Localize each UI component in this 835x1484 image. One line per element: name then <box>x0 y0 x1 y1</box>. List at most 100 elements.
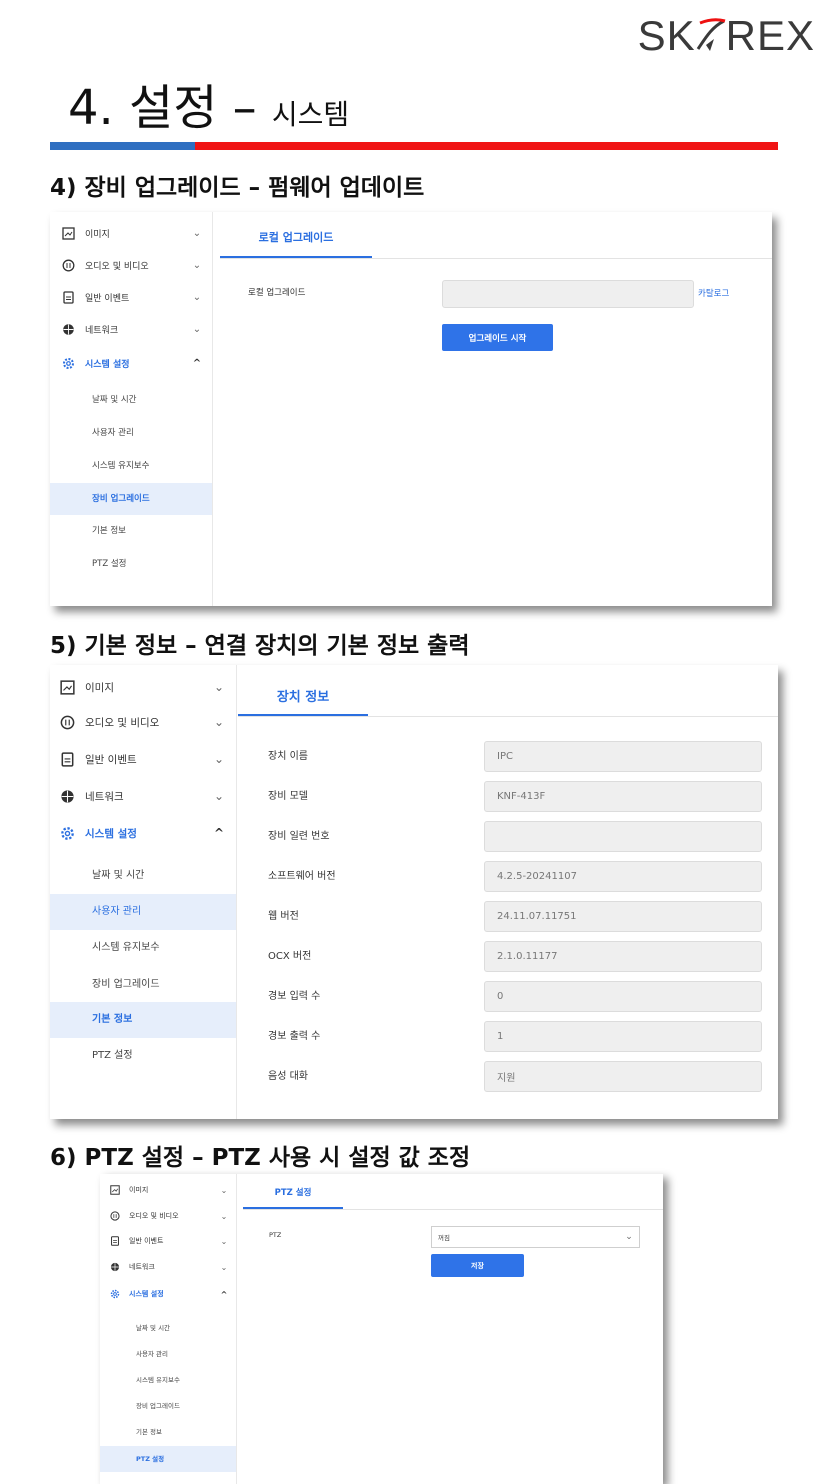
sidebar-subitem-datetime[interactable]: 날짜 및 시간 <box>50 388 212 412</box>
sidebar-item-label: 오디오 및 비디오 <box>85 716 160 729</box>
sidebar-item-audio-video[interactable]: 오디오 및 비디오 ⌄ <box>100 1207 236 1225</box>
title-divider-red <box>195 142 778 150</box>
sidebar-subitem-datetime[interactable]: 날짜 및 시간 <box>50 863 236 889</box>
sidebar-subitem-basic-info[interactable]: 기본 정보 <box>50 519 212 543</box>
sidebar-item-audio-video[interactable]: 오디오 및 비디오 ⌄ <box>50 710 236 734</box>
sidebar-item-image[interactable]: 이미지 ⌄ <box>50 222 212 244</box>
device-name-field: IPC <box>484 741 762 772</box>
chevron-down-icon: ⌄ <box>213 752 225 766</box>
sidebar-subitem-maintenance[interactable]: 시스템 유지보수 <box>100 1370 236 1390</box>
sidebar-item-image[interactable]: 이미지 ⌄ <box>100 1181 236 1199</box>
chevron-down-icon: ⌄ <box>220 1185 228 1195</box>
logo-text: SK REX <box>637 12 815 59</box>
sidebar-subitem-basic-info[interactable]: 기본 정보 <box>50 1002 236 1038</box>
sidebar-item-system-settings[interactable]: 시스템 설정 ^ <box>50 821 236 845</box>
tab-ptz-settings[interactable]: PTZ 설정 <box>243 1184 343 1202</box>
chevron-down-icon: ⌄ <box>192 291 202 303</box>
sidebar-subitem-upgrade[interactable]: 장비 업그레이드 <box>50 972 236 998</box>
device-model-label: 장비 모델 <box>268 791 308 802</box>
sidebar-item-system-settings[interactable]: 시스템 설정 ^ <box>50 352 212 374</box>
audio-video-icon <box>62 259 75 271</box>
sidebar-item-system-settings[interactable]: 시스템 설정 ^ <box>100 1285 236 1303</box>
event-icon <box>111 1236 119 1246</box>
alarm-output-field: 1 <box>484 1021 762 1052</box>
alarm-output-label: 경보 출력 수 <box>268 1031 321 1042</box>
image-icon <box>62 226 75 240</box>
section-heading-firmware: 4) 장비 업그레이드 – 펌웨어 업데이트 <box>50 175 425 201</box>
tab-local-upgrade[interactable]: 로컬 업그레이드 <box>220 226 372 250</box>
page-title-main: 4. 설정 <box>68 80 218 136</box>
audio-video-icon <box>110 1211 120 1221</box>
sidebar-item-network[interactable]: 네트워크 ⌄ <box>50 318 212 340</box>
chevron-down-icon: ⌄ <box>220 1236 228 1246</box>
voice-talk-field: 지원 <box>484 1061 762 1092</box>
sidebar-subitem-ptz[interactable]: PTZ 설정 <box>50 552 212 576</box>
tab-divider <box>243 1209 663 1210</box>
chevron-down-icon: ⌄ <box>192 227 202 239</box>
logo-mark-icon <box>696 18 726 51</box>
sidebar-item-event[interactable]: 일반 이벤트 ⌄ <box>100 1232 236 1250</box>
sidebar-subitem-ptz[interactable]: PTZ 설정 <box>50 1043 236 1069</box>
sidebar-subitem-users[interactable]: 사용자 관리 <box>100 1344 236 1364</box>
alarm-input-field: 0 <box>484 981 762 1012</box>
gear-icon <box>63 357 74 369</box>
sidebar-item-audio-video[interactable]: 오디오 및 비디오 ⌄ <box>50 254 212 276</box>
sidebar-item-label: 오디오 및 비디오 <box>85 261 149 272</box>
sidebar-item-label: 네트워크 <box>129 1263 155 1271</box>
sidebar-subitem-basic-info[interactable]: 기본 정보 <box>100 1422 236 1442</box>
sidebar-item-image[interactable]: 이미지 ⌄ <box>50 675 236 699</box>
sidebar-item-label: 네트워크 <box>85 790 124 803</box>
tab-device-info[interactable]: 장치 정보 <box>238 685 368 711</box>
basic-info-panel: 이미지 ⌄ 오디오 및 비디오 ⌄ 일반 이벤트 ⌄ 네트워크 ⌄ 시스템 설정… <box>50 665 778 1119</box>
browse-link[interactable]: 카탈로그 <box>698 287 729 299</box>
ptz-label: PTZ <box>269 1231 282 1239</box>
sidebar-item-event[interactable]: 일반 이벤트 ⌄ <box>50 747 236 771</box>
sidebar-item-label: 일반 이벤트 <box>85 293 130 304</box>
web-version-field: 24.11.07.11751 <box>484 901 762 932</box>
alarm-input-label: 경보 입력 수 <box>268 991 321 1002</box>
sidebar-subitem-users[interactable]: 사용자 관리 <box>50 894 236 930</box>
ocx-version-label: OCX 버전 <box>268 951 312 962</box>
skyrex-logo: SK REX <box>638 12 815 60</box>
content-area: 로컬 업그레이드 로컬 업그레이드 카탈로그 업그레이드 시작 <box>220 212 772 606</box>
sidebar: 이미지 ⌄ 오디오 및 비디오 ⌄ 일반 이벤트 ⌄ 네트워크 ⌄ 시스템 설정… <box>50 665 237 1119</box>
title-divider <box>50 142 778 150</box>
page-title-dash: – <box>217 80 272 136</box>
sidebar-item-network[interactable]: 네트워크 ⌄ <box>50 784 236 808</box>
ptz-select[interactable]: 꺼짐 ⌄ <box>431 1226 640 1248</box>
sidebar-item-network[interactable]: 네트워크 ⌄ <box>100 1258 236 1276</box>
serial-number-field <box>484 821 762 852</box>
sidebar-subitem-maintenance[interactable]: 시스템 유지보수 <box>50 935 236 961</box>
image-icon <box>60 679 75 695</box>
content-area: 장치 정보 장치 이름 IPC 장비 모델 KNF-413F 장비 일련 번호 … <box>238 665 778 1119</box>
sidebar-subitem-users[interactable]: 사용자 관리 <box>50 421 212 445</box>
chevron-up-icon: ^ <box>192 357 202 369</box>
chevron-down-icon: ⌄ <box>213 789 225 803</box>
sidebar-item-label: 시스템 설정 <box>85 827 137 840</box>
sidebar-subitem-maintenance[interactable]: 시스템 유지보수 <box>50 454 212 478</box>
device-name-label: 장치 이름 <box>268 751 308 762</box>
sidebar-subitem-datetime[interactable]: 날짜 및 시간 <box>100 1318 236 1338</box>
sidebar: 이미지 ⌄ 오디오 및 비디오 ⌄ 일반 이벤트 ⌄ 네트워크 ⌄ 시스템 설정… <box>50 212 213 606</box>
chevron-up-icon: ^ <box>220 1289 228 1299</box>
section-heading-ptz: 6) PTZ 설정 – PTZ 사용 시 설정 값 조정 <box>50 1145 471 1171</box>
tab-divider <box>238 716 778 717</box>
content-area: PTZ 설정 PTZ 꺼짐 ⌄ 저장 <box>243 1174 663 1484</box>
start-upgrade-button[interactable]: 업그레이드 시작 <box>442 324 553 351</box>
gear-icon <box>61 826 74 840</box>
voice-talk-label: 음성 대화 <box>268 1071 308 1082</box>
sidebar-subitem-upgrade[interactable]: 장비 업그레이드 <box>100 1396 236 1416</box>
sidebar-item-event[interactable]: 일반 이벤트 ⌄ <box>50 286 212 308</box>
chevron-up-icon: ^ <box>213 826 225 840</box>
event-icon <box>61 751 74 767</box>
serial-number-label: 장비 일련 번호 <box>268 831 330 842</box>
gear-icon <box>110 1289 120 1299</box>
save-button[interactable]: 저장 <box>431 1254 524 1277</box>
upgrade-file-field[interactable] <box>442 280 694 308</box>
sidebar-subitem-ptz[interactable]: PTZ 설정 <box>100 1446 236 1472</box>
sidebar-item-label: 시스템 설정 <box>85 359 130 370</box>
software-version-label: 소프트웨어 버전 <box>268 871 336 882</box>
sidebar-subitem-upgrade[interactable]: 장비 업그레이드 <box>50 483 212 515</box>
sidebar-item-label: 시스템 설정 <box>129 1290 164 1298</box>
sidebar-item-label: 이미지 <box>129 1186 149 1194</box>
